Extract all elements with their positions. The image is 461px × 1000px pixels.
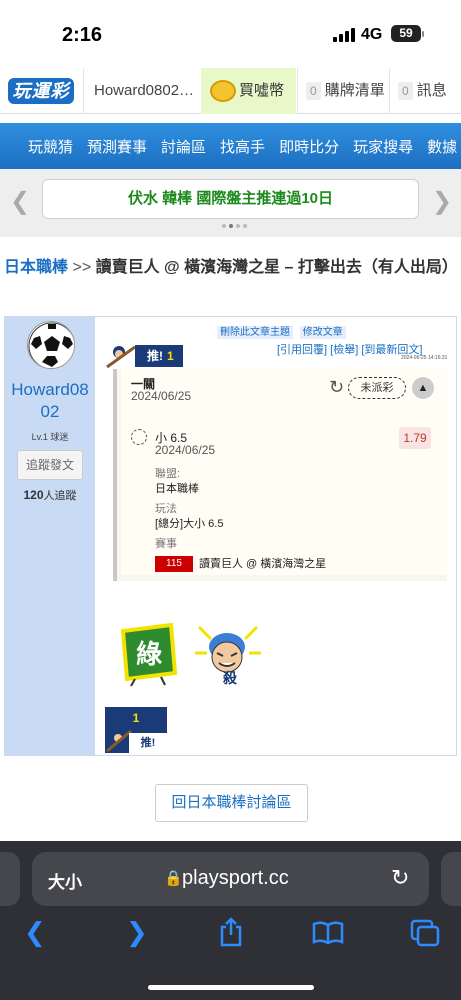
pick-status-icon — [131, 429, 147, 445]
url-domain: playsport.cc — [182, 867, 289, 889]
batter-icon — [106, 345, 136, 369]
share-icon[interactable] — [217, 917, 245, 947]
buy-coins-label: 買噓幣 — [239, 82, 285, 99]
post-timestamp: 2024-06-25 14:16:31 — [401, 355, 448, 361]
reload-icon[interactable]: ↻ — [391, 865, 409, 891]
nav-item-predict[interactable]: 預測賽事 — [87, 136, 147, 157]
pick-card-inner: 一關 2024/06/25 ↻ 未派彩 ▲ 小 6.5 2024/06/25 1… — [121, 369, 447, 575]
author-panel: Howard0802 Lv.1 球迷 追蹤發文 120人追蹤 — [5, 317, 95, 755]
battery-icon: 59 — [391, 25, 421, 42]
game-id-badge: 115 — [155, 556, 193, 572]
browser-toolbar: 大小 🔒 playsport.cc ↻ ❮ ❯ — [0, 841, 461, 1000]
site-header: 玩運彩 Howard0802… 買噓幣 0 購牌清單 0 訊息 — [0, 68, 461, 114]
push-count: 1 — [167, 349, 174, 363]
breadcrumb: 日本職棒 >> 讀賣巨人 @ 橫濱海灣之星 – 打擊出去（有人出局） — [4, 256, 459, 280]
prev-tab-edge[interactable] — [0, 852, 20, 906]
follow-button[interactable]: 追蹤發文 — [17, 450, 83, 480]
game-label: 賽事 — [155, 538, 177, 550]
ticker-dots — [222, 224, 247, 228]
nav-item-livescore[interactable]: 即時比分 — [279, 136, 339, 157]
green-sticker-label: 綠 — [136, 639, 162, 670]
kill-sticker-label: 殺 — [222, 670, 238, 687]
odds-badge: 1.79 — [399, 427, 431, 449]
network-label: 4G — [361, 26, 383, 43]
delete-topic-link[interactable]: 刪除此文章主題 — [217, 326, 293, 339]
nav-item-experts[interactable]: 找高手 — [220, 136, 265, 157]
nav-item-play[interactable]: 玩競猜 — [28, 136, 73, 157]
edit-post-link[interactable]: 修改文章 — [299, 326, 346, 339]
green-sticker: 綠 — [120, 623, 178, 687]
avatar[interactable] — [27, 321, 75, 369]
follower-number: 120 — [23, 488, 44, 502]
push-label: 推! — [147, 349, 163, 363]
cart-label: 購牌清單 — [324, 82, 385, 99]
soccer-ball-icon — [28, 322, 74, 368]
admin-links: 刪除此文章主題 修改文章 — [217, 323, 350, 339]
user-account-link[interactable]: Howard0802… — [83, 68, 201, 114]
kill-sticker: 殺 — [195, 625, 261, 687]
push-bottom-count: 1 — [132, 711, 140, 725]
play-value: [總分]大小 6.5 — [155, 518, 224, 530]
settlement-status-badge: 未派彩 — [348, 377, 406, 399]
author-level: Lv.1 球迷 — [31, 432, 69, 442]
breadcrumb-separator: >> — [72, 259, 92, 276]
post-body: 刪除此文章主題 修改文章 推! 1 [引用回覆] [檢舉] [到最新回文] 202… — [95, 317, 456, 755]
push-box: 推! 1 — [135, 345, 183, 367]
tabs-icon[interactable] — [410, 919, 440, 947]
signal-icon — [333, 28, 355, 42]
messages-link[interactable]: 0 訊息 — [389, 68, 461, 114]
breadcrumb-section-link[interactable]: 日本職棒 — [4, 259, 68, 276]
refresh-icon[interactable]: ↻ — [329, 377, 344, 398]
status-bar: 2:16 4G 59 — [0, 0, 461, 68]
page: 2:16 4G 59 玩運彩 Howard0802… 買噓幣 0 購牌清單 0 訊息… — [0, 0, 461, 1000]
post-title: 讀賣巨人 @ 橫濱海灣之星 – 打擊出去（有人出局） — [95, 259, 458, 276]
nav-item-stats[interactable]: 數據 — [427, 136, 457, 157]
nav-item-player-search[interactable]: 玩家搜尋 — [353, 136, 413, 157]
pick-card: 一關 2024/06/25 ↻ 未派彩 ▲ 小 6.5 2024/06/25 1… — [113, 369, 447, 581]
play-label: 玩法 — [155, 503, 177, 515]
back-icon[interactable]: ❮ — [24, 917, 46, 948]
collapse-icon[interactable]: ▲ — [412, 377, 434, 399]
coin-icon — [210, 80, 236, 102]
site-logo[interactable]: 玩運彩 — [8, 78, 74, 104]
ticker-prev-icon[interactable]: ❮ — [10, 187, 30, 216]
cart-link[interactable]: 0 購牌清單 — [297, 68, 389, 114]
author-name[interactable]: Howard0802 — [9, 379, 91, 423]
follower-count: 120人追蹤 — [9, 487, 91, 503]
next-tab-edge[interactable] — [441, 852, 461, 906]
push-bottom-label: 推! — [129, 733, 167, 753]
back-to-forum-button[interactable]: 回日本職棒討論區 — [155, 784, 308, 822]
pick-card-date: 2024/06/25 — [131, 389, 192, 403]
forum-post: Howard0802 Lv.1 球迷 追蹤發文 120人追蹤 刪除此文章主題 修… — [4, 316, 457, 756]
text-size-button[interactable]: 大小 — [48, 868, 82, 893]
push-bottom-button[interactable]: 1 推! — [105, 707, 167, 753]
cart-count-badge: 0 — [306, 82, 321, 100]
promo-ticker: ❮ 伏水 韓棒 國際盤主推連過10日 ❯ — [0, 169, 461, 237]
follower-label: 人追蹤 — [43, 490, 77, 502]
push-button[interactable]: 推! 1 — [105, 343, 183, 369]
ticker-next-icon[interactable]: ❯ — [432, 187, 452, 216]
nav-item-forum[interactable]: 討論區 — [161, 136, 206, 157]
league-label: 聯盟: — [155, 468, 181, 480]
battery-tip — [422, 31, 424, 37]
bookmarks-icon[interactable] — [312, 921, 344, 945]
forward-icon[interactable]: ❯ — [126, 917, 148, 948]
lock-icon: 🔒 — [164, 870, 183, 887]
home-indicator — [148, 985, 314, 990]
main-nav: 玩競猜 預測賽事 討論區 找高手 即時比分 玩家搜尋 數據 — [0, 123, 461, 169]
msg-count-badge: 0 — [398, 82, 413, 100]
pick-selection-date: 2024/06/25 — [155, 443, 216, 457]
league-value: 日本職棒 — [155, 483, 199, 495]
buy-coins-link[interactable]: 買噓幣 — [201, 68, 296, 114]
address-bar[interactable]: 大小 🔒 playsport.cc ↻ — [32, 852, 429, 906]
game-name: 讀賣巨人 @ 橫濱海灣之星 — [199, 558, 327, 570]
status-time: 2:16 — [62, 24, 103, 46]
ticker-text[interactable]: 伏水 韓棒 國際盤主推連過10日 — [42, 179, 419, 219]
msg-label: 訊息 — [416, 82, 447, 99]
